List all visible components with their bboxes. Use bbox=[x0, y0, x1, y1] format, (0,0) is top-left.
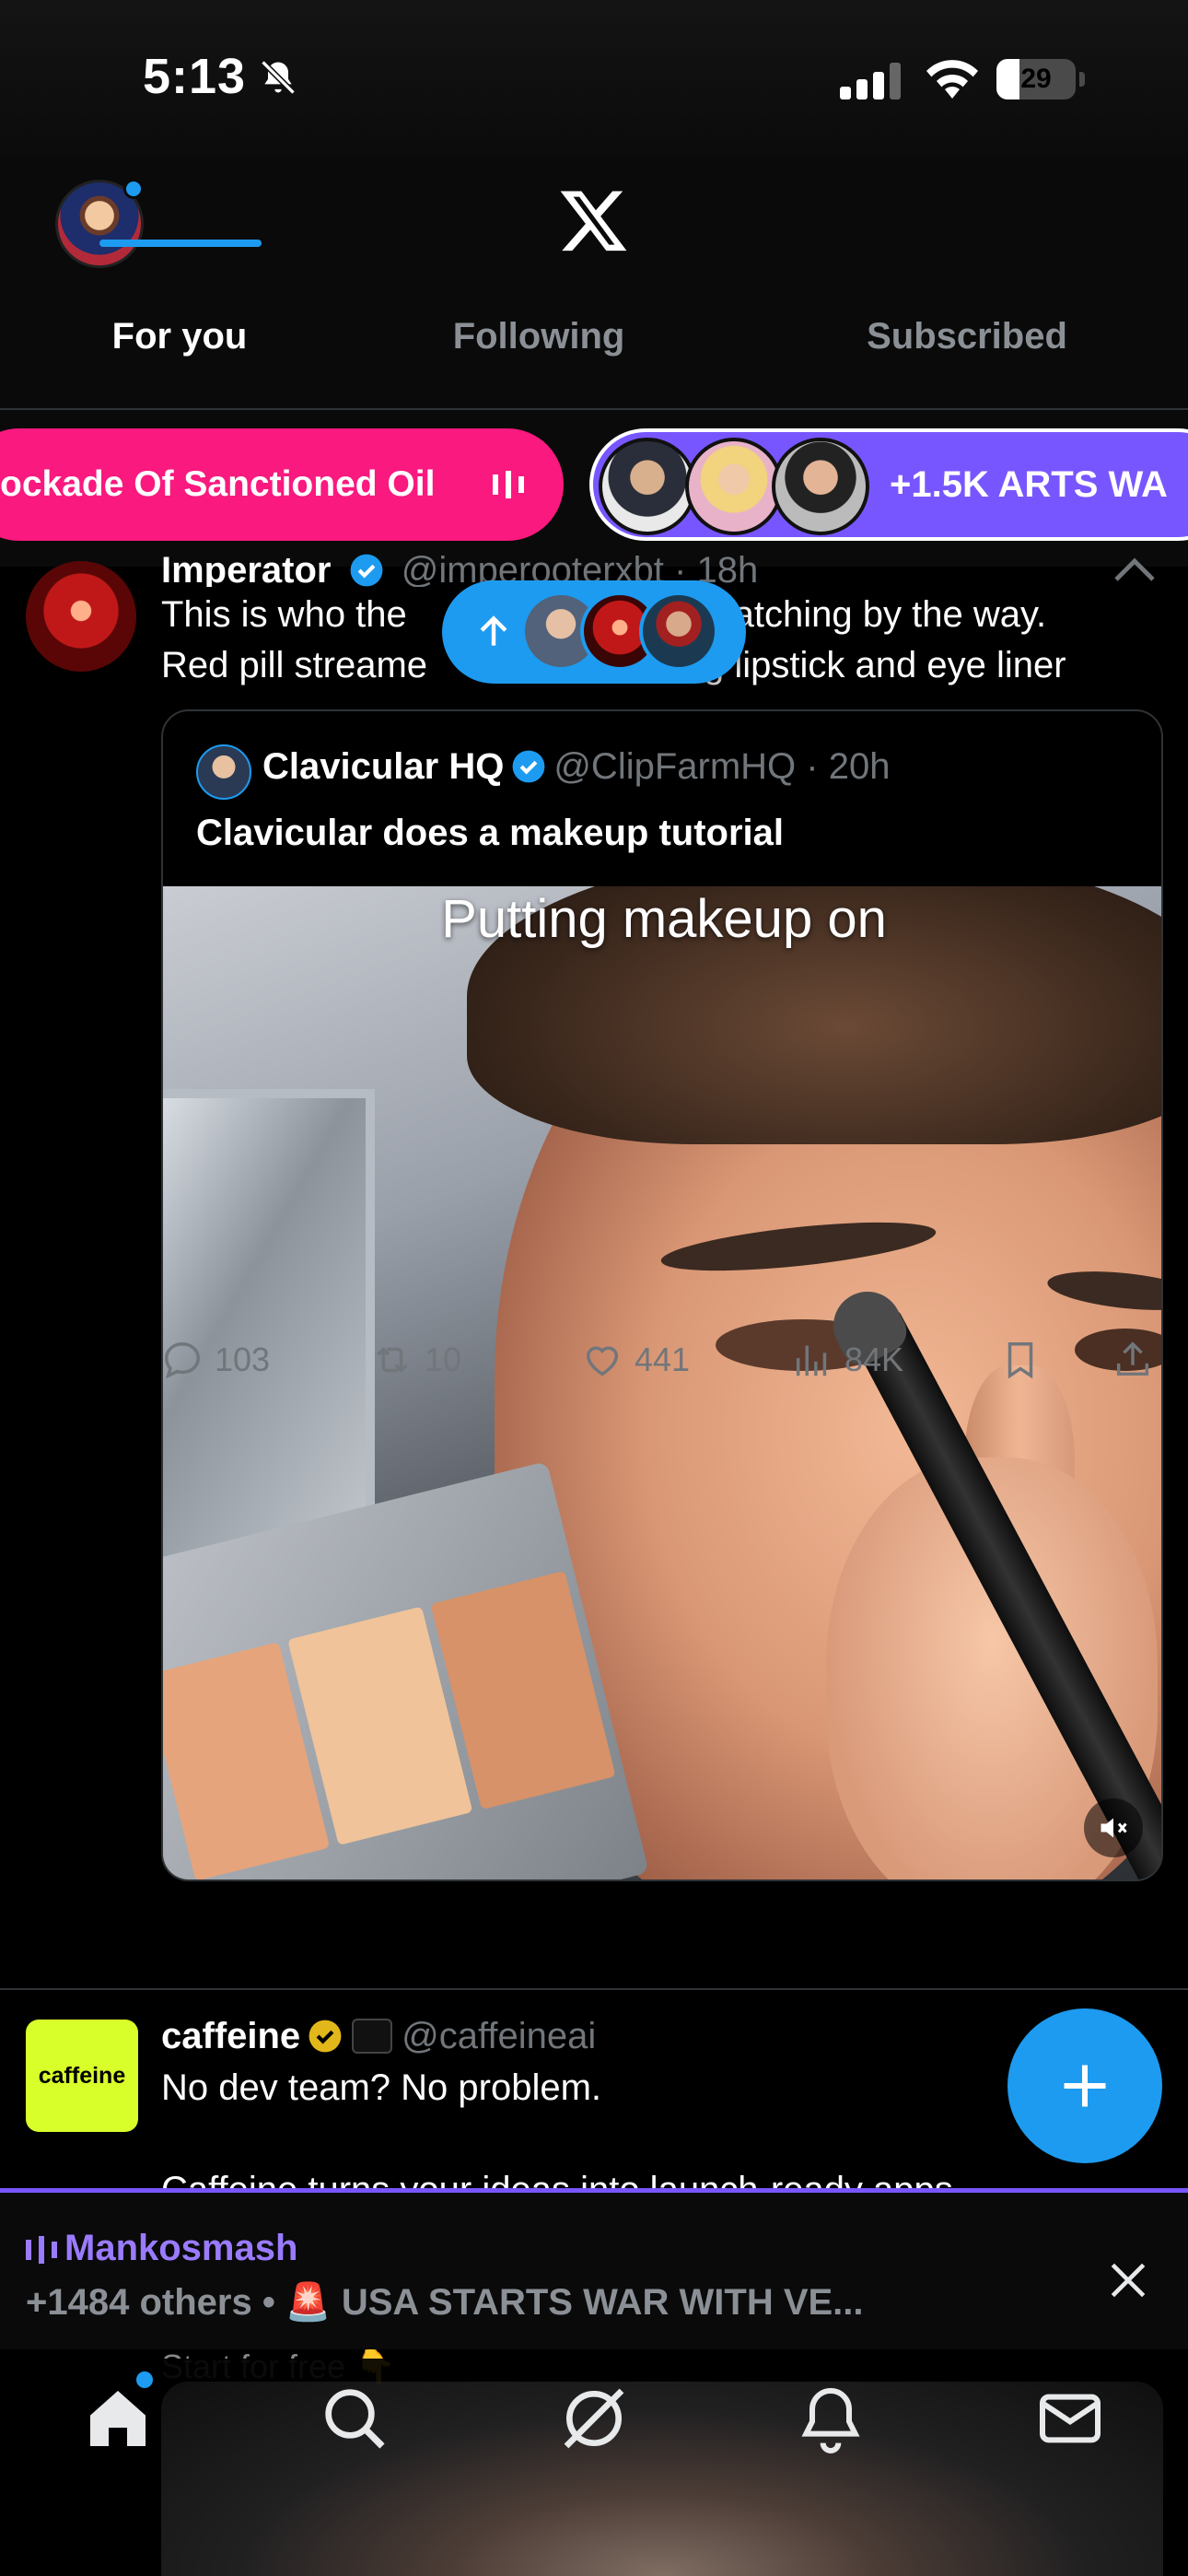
tab-following[interactable]: Following bbox=[414, 304, 663, 410]
audio-bars-icon bbox=[493, 471, 524, 498]
share-button[interactable] bbox=[1112, 1327, 1154, 1393]
new-post-author-avatar bbox=[639, 591, 718, 671]
verified-badge-icon bbox=[350, 554, 383, 587]
reply-icon bbox=[165, 1342, 200, 1379]
plus-icon bbox=[1064, 2065, 1106, 2107]
bell-icon bbox=[801, 2387, 860, 2453]
mail-icon bbox=[1040, 2394, 1101, 2443]
views-chart-icon bbox=[796, 1345, 827, 1376]
nav-messages[interactable] bbox=[1033, 2382, 1107, 2455]
x-logo-icon[interactable] bbox=[558, 184, 630, 256]
wifi-icon bbox=[926, 60, 978, 99]
speaker-avatar bbox=[772, 438, 869, 535]
quoted-author-row: Clavicular HQ @ClipFarmHQ · 20h bbox=[262, 746, 890, 788]
chevron-down-icon[interactable] bbox=[1112, 557, 1157, 583]
tweet-actions: 103 10 441 84K bbox=[161, 1327, 1163, 1393]
quoted-tweet[interactable]: Clavicular HQ @ClipFarmHQ · 20h Clavicula… bbox=[161, 709, 1163, 1881]
repost-count: 10 bbox=[425, 1341, 462, 1378]
tweet-text-part: watching by the way. bbox=[706, 594, 1047, 635]
quoted-author-handle: @ClipFarmHQ · 20h bbox=[553, 746, 891, 787]
quoted-tweet-text: Clavicular does a makeup tutorial bbox=[196, 813, 784, 853]
nav-notifications[interactable] bbox=[794, 2382, 868, 2455]
share-icon bbox=[1116, 1341, 1149, 1376]
tweet-text-part: g lipstick and eye liner bbox=[704, 645, 1066, 685]
space-pill-listeners[interactable]: +1.5K ARTS WA bbox=[589, 428, 1188, 541]
mute-button[interactable] bbox=[1084, 1798, 1143, 1857]
space-subtitle: +1484 others • 🚨 USA STARTS WAR WITH VE.… bbox=[26, 2282, 864, 2323]
media-preview bbox=[161, 2382, 1163, 2576]
reply-button[interactable]: 103 bbox=[161, 1327, 270, 1393]
search-icon bbox=[325, 2389, 385, 2449]
verified-badge-icon bbox=[512, 750, 545, 783]
battery-indicator: 29 bbox=[996, 59, 1085, 100]
bookmark-icon bbox=[1007, 1342, 1033, 1379]
reply-count: 103 bbox=[215, 1341, 271, 1378]
speaker-avatar bbox=[599, 438, 696, 535]
author-name[interactable]: caffeine bbox=[161, 2016, 300, 2056]
nav-search[interactable] bbox=[318, 2382, 391, 2455]
audio-bars-icon bbox=[26, 2236, 57, 2264]
gold-verified-badge-icon bbox=[309, 2020, 342, 2053]
space-title: ockade Of Sanctioned Oil bbox=[0, 464, 436, 504]
arrow-up-icon bbox=[480, 615, 507, 646]
live-space-bar[interactable]: Mankosmash +1484 others • 🚨 USA STARTS W… bbox=[0, 2188, 1188, 2349]
like-count: 441 bbox=[635, 1341, 691, 1378]
timeline-tabs: For you Following Subscribed bbox=[0, 304, 1188, 410]
affiliate-badge-icon bbox=[352, 2019, 393, 2054]
bookmark-button[interactable] bbox=[999, 1327, 1042, 1393]
space-host-name: Mankosmash bbox=[64, 2228, 298, 2268]
nav-home[interactable] bbox=[81, 2382, 155, 2455]
home-icon bbox=[90, 2391, 146, 2446]
like-button[interactable]: 441 bbox=[581, 1327, 690, 1393]
speaker-avatar bbox=[685, 438, 783, 535]
views-button[interactable]: 84K bbox=[791, 1327, 903, 1393]
nav-grok[interactable] bbox=[557, 2382, 631, 2455]
close-icon[interactable] bbox=[1105, 2257, 1151, 2303]
video-caption: Putting makeup on bbox=[441, 889, 887, 949]
notification-dot bbox=[123, 179, 144, 199]
quoted-author-name: Clavicular HQ bbox=[262, 746, 505, 787]
view-count: 84K bbox=[844, 1341, 904, 1378]
new-posts-pill[interactable] bbox=[442, 580, 746, 684]
grok-icon bbox=[564, 2388, 624, 2449]
author-avatar[interactable] bbox=[26, 561, 136, 672]
author-name[interactable]: Imperator bbox=[161, 550, 332, 587]
bell-off-icon bbox=[261, 60, 296, 95]
status-time: 5:13 bbox=[143, 49, 247, 104]
compose-post-button[interactable] bbox=[1007, 2008, 1162, 2163]
top-header: For you Following Subscribed bbox=[0, 157, 1188, 410]
cellular-signal-icon bbox=[840, 63, 901, 100]
tab-for-you[interactable]: For you bbox=[55, 304, 304, 410]
space-listener-count: +1.5K ARTS WA bbox=[890, 464, 1168, 505]
tweet-text: No dev team? No problem. bbox=[161, 2067, 602, 2108]
heart-icon bbox=[586, 1346, 619, 1376]
author-handle: @caffeineai bbox=[402, 2016, 597, 2056]
battery-level: 29 bbox=[1020, 64, 1052, 94]
home-unread-dot bbox=[136, 2371, 153, 2388]
repost-button[interactable]: 10 bbox=[371, 1327, 461, 1393]
tweet-text-part: This is who the bbox=[161, 594, 407, 635]
speaker-muted-icon bbox=[1101, 1818, 1127, 1838]
quoted-author-avatar bbox=[196, 744, 251, 800]
tab-subscribed[interactable]: Subscribed bbox=[829, 304, 1105, 410]
tweet-author-row: caffeine @caffeineai bbox=[161, 2016, 596, 2057]
author-avatar[interactable]: caffeine bbox=[26, 2020, 138, 2132]
tweet[interactable]: Imperator @imperooterxbt · 18h This is w… bbox=[0, 550, 1188, 1990]
spaces-strip: ockade Of Sanctioned Oil +1.5K ARTS WA bbox=[0, 410, 1188, 567]
repost-icon bbox=[377, 1347, 408, 1373]
active-tab-indicator bbox=[99, 240, 262, 247]
space-pill-live[interactable]: ockade Of Sanctioned Oil bbox=[0, 428, 564, 541]
tweet-text-part: Red pill streame bbox=[161, 645, 428, 685]
status-bar: 5:13 29 bbox=[0, 0, 1188, 157]
